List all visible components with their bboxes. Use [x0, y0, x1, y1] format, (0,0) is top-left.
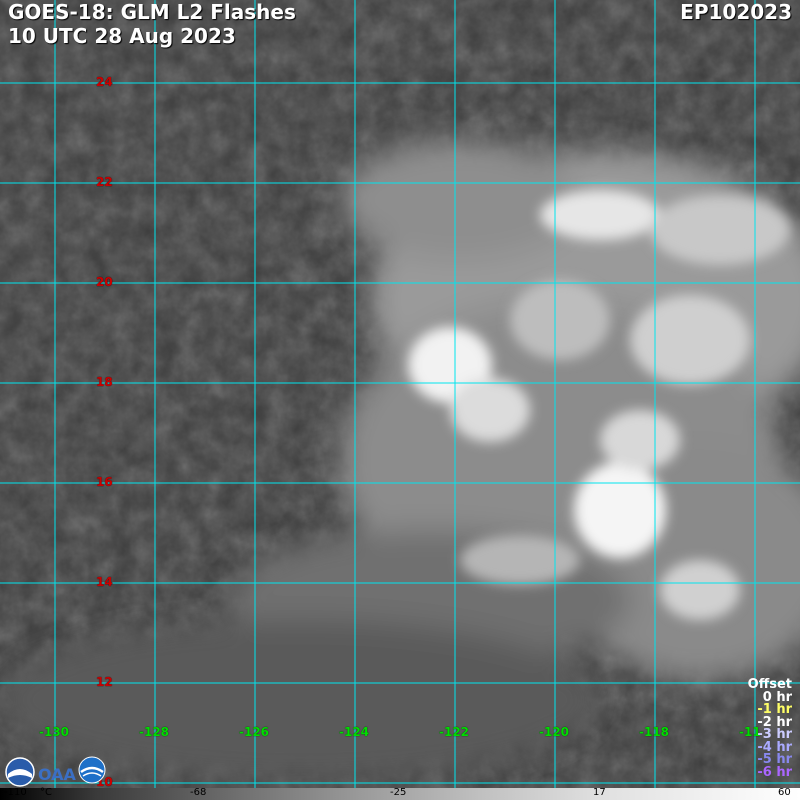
agency-logos: OAA [5, 756, 106, 787]
colorbar-unit: °C [40, 787, 52, 798]
lon-label-120: -120 [539, 725, 570, 739]
colorbar-tick-3: -25 [390, 787, 407, 798]
lon-label-118: -118 [639, 725, 670, 739]
lat-label-14: 14 [96, 575, 113, 589]
lon-label-122: -122 [439, 725, 470, 739]
colorbar-tick-4: 17 [593, 787, 606, 798]
svg-text:OAA: OAA [38, 765, 77, 784]
satellite-imagery [0, 0, 800, 800]
lon-label-130: -130 [39, 725, 70, 739]
noaa-logo-icon [5, 757, 35, 787]
storm-id: EP102023 [680, 0, 792, 24]
lat-label-16: 16 [96, 475, 113, 489]
lat-label-18: 18 [96, 375, 113, 389]
colorbar-tick-max: 60 [778, 787, 791, 798]
lon-label-126: -126 [239, 725, 270, 739]
colorbar-tick-min: -110 [4, 787, 27, 798]
lat-label-20: 20 [96, 275, 113, 289]
offset-legend: Offset 0 hr -1 hr -2 hr -3 hr -4 hr -5 h… [748, 678, 792, 780]
satellite-map-frame: GOES-18: GLM L2 Flashes 10 UTC 28 Aug 20… [0, 0, 800, 800]
lon-label-128: -128 [139, 725, 170, 739]
cira-logo-icon [78, 756, 106, 784]
lat-label-22: 22 [96, 175, 113, 189]
colorbar-tick-2: -68 [190, 787, 207, 798]
lon-label-124: -124 [339, 725, 370, 739]
lat-label-24: 24 [96, 75, 113, 89]
lat-label-12: 12 [96, 675, 113, 689]
valid-time: 10 UTC 28 Aug 2023 [8, 24, 236, 48]
image-title: GOES-18: GLM L2 Flashes [8, 0, 296, 24]
offset-item-6hr: -6 hr [757, 764, 792, 780]
